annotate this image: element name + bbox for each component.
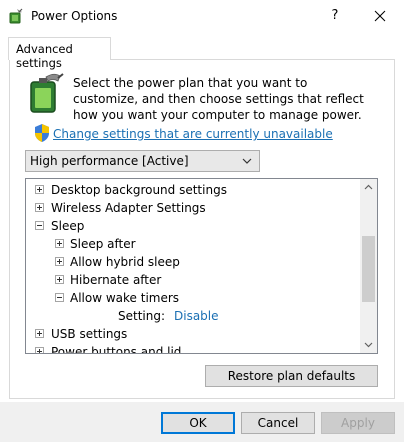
tree-item-label: Hibernate after — [70, 273, 162, 287]
power-plan-value: High performance [Active] — [30, 154, 189, 168]
power-plan-icon — [30, 73, 64, 113]
tree-item-label: Power buttons and lid — [51, 345, 182, 354]
tree-item-label: Desktop background settings — [51, 183, 227, 197]
tree-item-desktop-background[interactable]: Desktop background settings — [26, 181, 360, 199]
tree-item-label: Allow wake timers — [70, 291, 180, 305]
uac-shield-icon — [35, 124, 49, 142]
tab-label: Advanced settings — [16, 42, 73, 70]
tree-item-wireless-adapter[interactable]: Wireless Adapter Settings — [26, 199, 360, 217]
chevron-up-icon — [364, 184, 373, 190]
expand-icon[interactable] — [35, 347, 44, 353]
setting-value-link[interactable]: Disable — [174, 308, 219, 324]
expand-icon[interactable] — [35, 329, 44, 338]
tree-item-allow-hybrid-sleep[interactable]: Allow hybrid sleep — [26, 253, 360, 271]
cancel-button[interactable]: Cancel — [241, 412, 315, 434]
plan-description: Select the power plan that you want to c… — [73, 76, 364, 122]
tree-item-sleep-after[interactable]: Sleep after — [26, 235, 360, 253]
apply-button[interactable]: Apply — [321, 412, 395, 434]
tree-item-sleep[interactable]: Sleep — [26, 217, 360, 235]
expand-icon[interactable] — [35, 185, 44, 194]
help-button[interactable]: ? — [318, 0, 352, 32]
tree-item-label: Wireless Adapter Settings — [51, 201, 206, 215]
expand-icon[interactable] — [35, 203, 44, 212]
collapse-icon[interactable] — [55, 293, 64, 302]
tree-item-usb-settings[interactable]: USB settings — [26, 325, 360, 343]
tree-item-label: Sleep — [51, 219, 85, 233]
setting-row: Setting: Disable — [26, 307, 360, 325]
title-bar: Power Options ? — [0, 0, 404, 32]
window-title: Power Options — [31, 9, 118, 23]
chevron-down-icon — [364, 342, 373, 348]
scrollbar-thumb[interactable] — [362, 236, 375, 302]
vertical-scrollbar[interactable] — [360, 179, 377, 353]
expand-icon[interactable] — [55, 239, 64, 248]
scroll-down-button[interactable] — [360, 336, 377, 353]
setting-label: Setting: — [118, 309, 166, 323]
power-options-icon — [9, 8, 23, 24]
tree-item-label: Sleep after — [70, 237, 136, 251]
close-button[interactable] — [362, 0, 398, 32]
expand-icon[interactable] — [55, 275, 64, 284]
change-settings-link[interactable]: Change settings that are currently unava… — [53, 126, 333, 142]
close-icon — [374, 10, 386, 22]
settings-tree[interactable]: Desktop background settings Wireless Ada… — [25, 178, 378, 354]
tab-advanced-settings[interactable]: Advanced settings — [8, 37, 111, 70]
tree-item-power-buttons[interactable]: Power buttons and lid — [26, 343, 360, 354]
tree-item-hibernate-after[interactable]: Hibernate after — [26, 271, 360, 289]
power-plan-select[interactable]: High performance [Active] — [25, 150, 260, 172]
ok-button[interactable]: OK — [161, 412, 235, 434]
expand-icon[interactable] — [55, 257, 64, 266]
collapse-icon[interactable] — [35, 221, 44, 230]
tree-item-label: USB settings — [51, 327, 128, 341]
restore-plan-defaults-button[interactable]: Restore plan defaults — [205, 365, 378, 387]
scroll-up-button[interactable] — [360, 179, 377, 196]
tree-item-allow-wake-timers[interactable]: Allow wake timers — [26, 289, 360, 307]
chevron-down-icon — [242, 158, 252, 164]
tree-item-label: Allow hybrid sleep — [70, 255, 180, 269]
